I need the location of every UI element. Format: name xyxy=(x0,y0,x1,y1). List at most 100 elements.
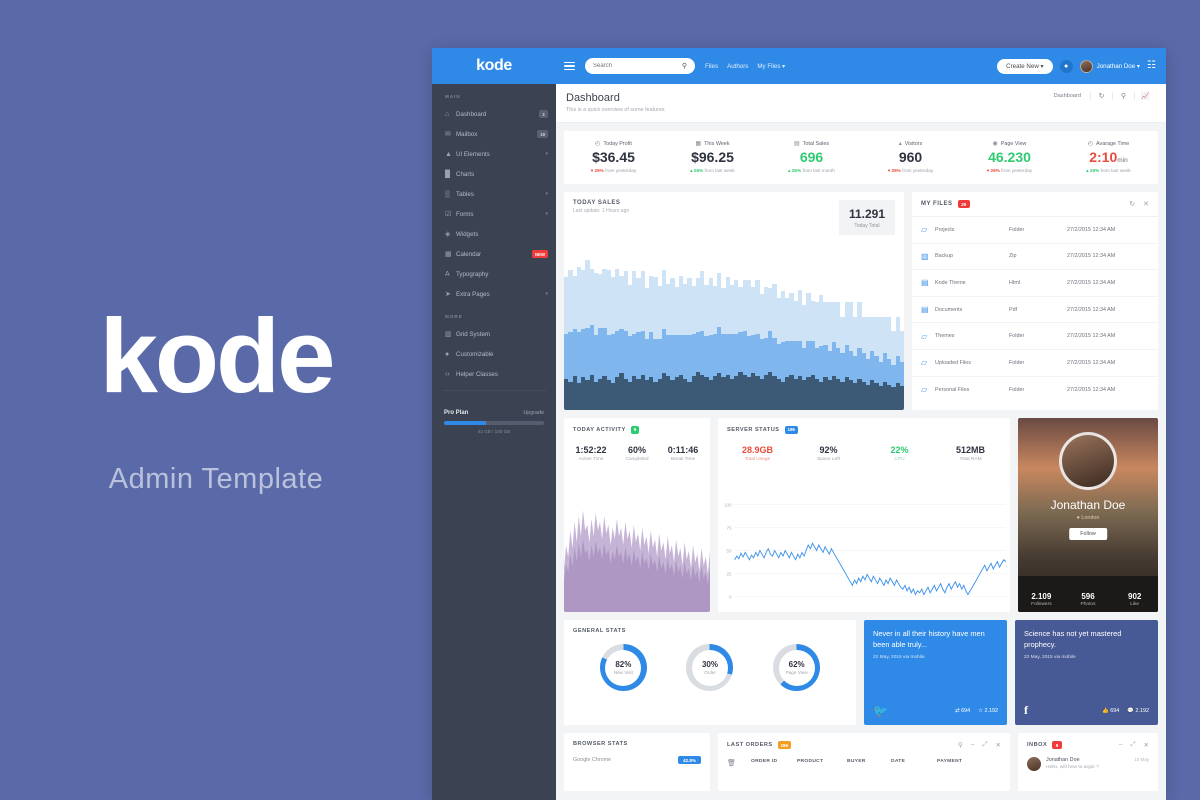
file-date: 27/2/2015 12:34 AM xyxy=(1067,359,1116,366)
trash-icon[interactable]: 🗑 xyxy=(727,759,751,767)
widget-icon: ◈ xyxy=(445,231,451,238)
my-files-title: MY FILES xyxy=(921,201,953,207)
sidebar-item-widgets[interactable]: ◈ Widgets xyxy=(432,224,556,244)
chart-icon: █ xyxy=(445,170,450,178)
kpi-caption: Total RAM xyxy=(959,456,982,462)
hamburger-icon[interactable] xyxy=(564,61,575,71)
sidebar-item-typography[interactable]: A Typography xyxy=(432,264,556,284)
topnav-link[interactable]: My Files ▾ xyxy=(757,63,785,70)
right-panel-toggle-icon[interactable]: ☷ xyxy=(1147,60,1158,72)
donut-percent: 30% xyxy=(701,660,718,669)
sidebar-item-label: Tables xyxy=(456,190,474,198)
kpi: 22% CPU xyxy=(864,445,935,462)
sidebar-logo[interactable]: kode xyxy=(432,48,556,84)
star-icon: ☆ xyxy=(978,708,983,714)
stat-change: ▴ 26% from last week xyxy=(690,168,735,173)
create-new-button[interactable]: Create New ▾ xyxy=(997,58,1053,74)
avatar xyxy=(1079,59,1093,73)
refresh-icon[interactable]: ↻ xyxy=(1129,200,1135,208)
donut-chart: 30% Order xyxy=(686,644,734,691)
stat-label: ◴ Avarage Time xyxy=(1087,140,1130,148)
file-type: Html xyxy=(1009,279,1021,286)
sidebar-item-charts[interactable]: █ Charts xyxy=(432,164,556,184)
user-menu[interactable]: Jonathan Doe ▾ xyxy=(1079,59,1140,73)
stat-label: ◴ Today Profit xyxy=(595,140,632,148)
sidebar-item-calendar[interactable]: ▦ Calendar NEW xyxy=(432,244,556,264)
plan-upgrade-link[interactable]: Upgrade xyxy=(523,410,544,416)
profile-stat: 2.109 Followers xyxy=(1018,592,1065,607)
file-name: Personal Files xyxy=(935,386,970,393)
server-status-badge: 196 xyxy=(784,426,798,434)
stat-value: $36.45 xyxy=(592,149,635,165)
sidebar-item-dashboard[interactable]: ⌂ Dashboard 3 xyxy=(432,104,556,124)
search-box[interactable]: ⚲ xyxy=(585,58,695,74)
chevron-down-icon: ▾ xyxy=(545,291,548,297)
chevron-down-icon: ▾ xyxy=(545,211,548,217)
sidebar-item-label: Grid System xyxy=(456,330,491,338)
expand-icon[interactable]: ⤢ xyxy=(982,741,987,749)
profile-stat-value: 2.109 xyxy=(1031,592,1052,601)
close-icon[interactable]: ✕ xyxy=(1143,200,1149,208)
sidebar-item-mailbox[interactable]: ✉ Mailbox 19 xyxy=(432,124,556,144)
topnav-link[interactable]: Files xyxy=(705,63,718,70)
follow-button[interactable]: Follow xyxy=(1069,528,1107,540)
search-input[interactable] xyxy=(593,63,678,69)
facebook-icon: f xyxy=(1024,703,1028,717)
profile-stat-value: 902 xyxy=(1128,592,1142,601)
file-date: 27/2/2015 12:34 AM xyxy=(1067,253,1116,260)
stat-value: $96.25 xyxy=(691,149,734,165)
facebook-card: Science has not yet mastered prophecy. 2… xyxy=(1015,620,1158,725)
notifications-bell-icon[interactable]: ● xyxy=(1059,59,1073,73)
browser-percent: 42.8% xyxy=(677,756,701,764)
file-row[interactable]: ▱ Uploaded Files Folder 27/2/2015 12:34 … xyxy=(912,350,1158,377)
inbox-title: INBOX xyxy=(1027,742,1048,748)
topnav-link[interactable]: Authors xyxy=(727,63,748,70)
sidebar-item-grid-system[interactable]: ▥ Grid System xyxy=(432,324,556,344)
plan-widget: Pro Plan Upgrade 42 GB / 100 GB xyxy=(432,410,556,434)
sidebar: kode MAIN ⌂ Dashboard 3 ✉ Mailbox 19 ▲ UI … xyxy=(432,48,556,800)
breadcrumb-current[interactable]: Dashboard xyxy=(1045,93,1090,99)
kpi: 512MB Total RAM xyxy=(935,445,1006,462)
file-row[interactable]: ▤ Documents Pdf 27/2/2015 12:34 AM xyxy=(912,297,1158,324)
close-icon[interactable]: ✕ xyxy=(996,741,1001,749)
file-row[interactable]: ▤ Kode Theme Html 27/2/2015 12:34 AM xyxy=(912,270,1158,297)
sidebar-item-forms[interactable]: ☑ Forms ▾ xyxy=(432,204,556,224)
minimize-icon[interactable]: – xyxy=(1119,741,1123,749)
search-icon[interactable]: ⚲ xyxy=(958,741,963,749)
kpi: 0:11:46 Break Time xyxy=(660,445,706,462)
minimize-icon[interactable]: – xyxy=(971,741,975,749)
stat-change: ▾ 26% from yesterday xyxy=(986,168,1033,173)
svg-text:0: 0 xyxy=(729,595,732,600)
stat-card: ◉ Page View 46.230 ▾ 26% from yesterday xyxy=(960,140,1059,174)
today-total-caption: Today Total xyxy=(854,223,880,229)
sidebar-item-label: Customizable xyxy=(456,350,494,358)
file-row[interactable]: ▧ Backup Zip 27/2/2015 12:34 AM xyxy=(912,244,1158,271)
browser-stats-card: BROWSER STATS Google Chrome 42.8% xyxy=(564,733,710,791)
search-icon[interactable]: ⚲ xyxy=(1112,92,1134,100)
analytics-icon[interactable]: 📈 xyxy=(1134,92,1156,100)
sidebar-item-helper-classes[interactable]: ‹› Helper Classes xyxy=(432,364,556,384)
rocket-icon: ➤ xyxy=(445,291,451,298)
last-orders-table-header: 🗑 ORDER ID PRODUCT BUYER DATE PAYMENT xyxy=(718,749,1010,767)
sidebar-item-ui-elements[interactable]: ▲ UI Elements ▾ xyxy=(432,144,556,164)
stat-change: ▴ 26% from last week xyxy=(1086,168,1131,173)
main-area: ⚲ Files Authors My Files ▾ Create New ▾ ● … xyxy=(556,48,1166,800)
sidebar-item-customizable[interactable]: ● Customizable xyxy=(432,344,556,364)
search-icon[interactable]: ⚲ xyxy=(682,62,687,70)
sidebar-item-extra-pages[interactable]: ➤ Extra Pages ▾ xyxy=(432,284,556,304)
file-row[interactable]: ▱ Personal Files Folder 27/2/2015 12:34 … xyxy=(912,377,1158,404)
file-type: Folder xyxy=(1009,359,1025,366)
stat-label: ◉ Page View xyxy=(992,140,1027,148)
file-row[interactable]: ▱ Projects Folder 27/2/2015 12:34 AM xyxy=(912,217,1158,244)
my-files-badge: 29 xyxy=(957,200,970,208)
file-row[interactable]: ▱ Themes Folder 27/2/2015 12:34 AM xyxy=(912,323,1158,350)
expand-icon[interactable]: ⤢ xyxy=(1130,741,1135,749)
refresh-icon[interactable]: ↻ xyxy=(1090,92,1112,100)
sidebar-item-tables[interactable]: ▒ Tables ▾ xyxy=(432,184,556,204)
donut-chart: 82% New Visit xyxy=(599,644,647,691)
close-icon[interactable]: ✕ xyxy=(1144,741,1149,749)
inbox-preview: Hello, will how to argin ? xyxy=(1046,765,1099,770)
browser-stats-row: Google Chrome 42.8% xyxy=(564,747,710,764)
inbox-message-row[interactable]: Jonathan Doe Hello, will how to argin ? … xyxy=(1018,749,1158,771)
profile-stat-list: 2.109 Followers 596 Photos 902 Like xyxy=(1018,592,1158,607)
